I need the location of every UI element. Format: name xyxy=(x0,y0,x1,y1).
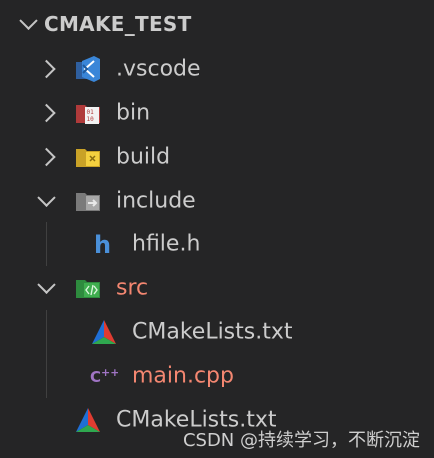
cpp-file-icon: C ++ xyxy=(90,366,118,386)
chevron-down-icon[interactable] xyxy=(19,11,38,30)
include-folder-icon xyxy=(76,193,100,211)
chevron-right-icon[interactable] xyxy=(37,59,56,79)
chevron-right-icon[interactable] xyxy=(37,147,56,167)
tree-item-vscode[interactable]: .vscode xyxy=(0,47,434,91)
tree-item-src[interactable]: src xyxy=(0,266,434,310)
chevron-down-icon[interactable] xyxy=(37,188,56,207)
root-folder-label: CMAKE_TEST xyxy=(44,12,192,36)
tree-item-bin[interactable]: 01 10 bin xyxy=(0,91,434,135)
tree-item-build[interactable]: build xyxy=(0,135,434,179)
tree-item-hfile[interactable]: h hfile.h xyxy=(0,222,434,266)
svg-text:10: 10 xyxy=(87,116,95,123)
tree-item-label: hfile.h xyxy=(132,231,201,257)
tree-item-label: bin xyxy=(116,100,151,126)
explorer-root-header[interactable]: CMAKE_TEST xyxy=(0,2,434,46)
tree-item-label: src xyxy=(116,275,149,301)
vscode-folder-icon xyxy=(76,56,100,82)
tree-item-label: CMakeLists.txt xyxy=(132,319,293,345)
chevron-right-icon[interactable] xyxy=(37,103,56,123)
tree-item-label: main.cpp xyxy=(132,363,234,389)
tree-item-include[interactable]: include xyxy=(0,179,434,223)
tree-item-label: .vscode xyxy=(116,56,201,82)
cmake-icon xyxy=(76,408,100,432)
csdn-watermark: CSDN @持续学习，不断沉淀 xyxy=(182,430,420,451)
h-file-icon: h xyxy=(94,231,111,258)
chevron-down-icon[interactable] xyxy=(37,275,56,294)
tree-item-label: build xyxy=(116,144,171,170)
svg-text:C: C xyxy=(90,368,101,386)
build-folder-icon xyxy=(76,149,100,167)
svg-text:h: h xyxy=(94,231,111,258)
tree-item-label: include xyxy=(116,188,196,214)
src-folder-icon xyxy=(76,280,100,298)
file-explorer: CMAKE_TEST .vscode 01 10 bin build inclu… xyxy=(0,0,434,458)
svg-text:01: 01 xyxy=(87,109,95,116)
tree-item-main-cpp[interactable]: C ++ main.cpp xyxy=(0,354,434,398)
binary-folder-icon: 01 10 xyxy=(76,105,100,124)
tree-item-src-cmakelists[interactable]: CMakeLists.txt xyxy=(0,310,434,354)
svg-text:++: ++ xyxy=(101,366,118,379)
cmake-icon xyxy=(92,320,116,344)
